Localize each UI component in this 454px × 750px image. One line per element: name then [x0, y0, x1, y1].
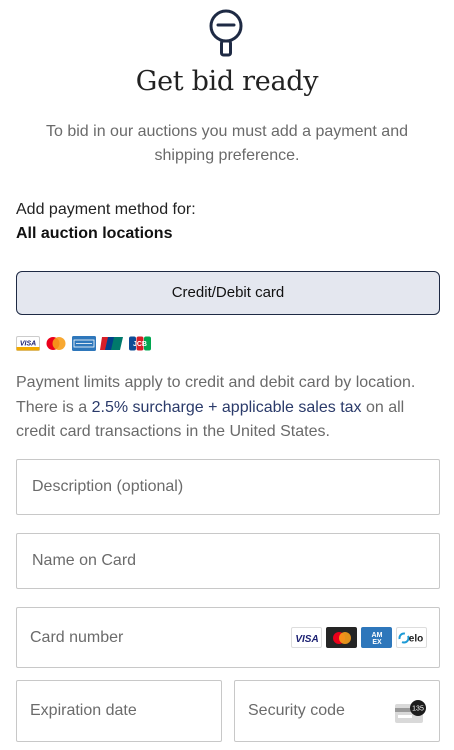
svg-text:elo: elo: [408, 633, 422, 644]
visa-logo-icon: VISA: [16, 335, 40, 351]
visa-icon: VISA: [291, 627, 322, 648]
unionpay-logo-icon: [100, 336, 124, 351]
page-title: Get bid ready: [135, 66, 319, 97]
name-on-card-field[interactable]: [16, 533, 440, 589]
cvv-card-icon: 135: [395, 700, 426, 723]
auction-paddle-icon: [209, 9, 243, 57]
name-on-card-input[interactable]: [17, 534, 439, 588]
security-code-field[interactable]: 135: [234, 680, 440, 742]
credit-debit-card-button[interactable]: Credit/Debit card: [16, 271, 440, 315]
add-payment-label: Add payment method for:: [16, 201, 196, 218]
accepted-card-brands: VISA JCB: [16, 335, 152, 351]
description-input[interactable]: [17, 460, 439, 514]
elo-icon: elo: [396, 627, 427, 648]
surcharge-link[interactable]: 2.5% surcharge + applicable sales tax: [92, 399, 362, 416]
svg-text:JCB: JCB: [133, 341, 147, 348]
expiration-date-input[interactable]: [17, 681, 221, 741]
mastercard-icon: [326, 627, 357, 648]
page-subtitle: To bid in our auctions you must add a pa…: [46, 123, 408, 164]
svg-text:VISA: VISA: [295, 634, 318, 644]
mastercard-logo-icon: [44, 336, 68, 351]
svg-text:VISA: VISA: [20, 340, 36, 347]
amex-logo-icon: [72, 335, 96, 351]
card-number-brands: VISA AM EX elo: [291, 627, 427, 648]
cvv-badge-text: 135: [412, 706, 424, 713]
expiration-date-field[interactable]: [16, 680, 222, 742]
amex-icon: AM EX: [361, 627, 392, 648]
auction-location-value: All auction locations: [16, 225, 173, 242]
payment-limits-notice: Payment limits apply to credit and debit…: [16, 371, 440, 445]
svg-text:EX: EX: [372, 639, 382, 646]
description-field[interactable]: [16, 459, 440, 515]
jcb-logo-icon: JCB: [128, 336, 152, 351]
card-number-field[interactable]: VISA AMEX elo: [16, 607, 440, 668]
svg-text:AM: AM: [371, 632, 382, 639]
